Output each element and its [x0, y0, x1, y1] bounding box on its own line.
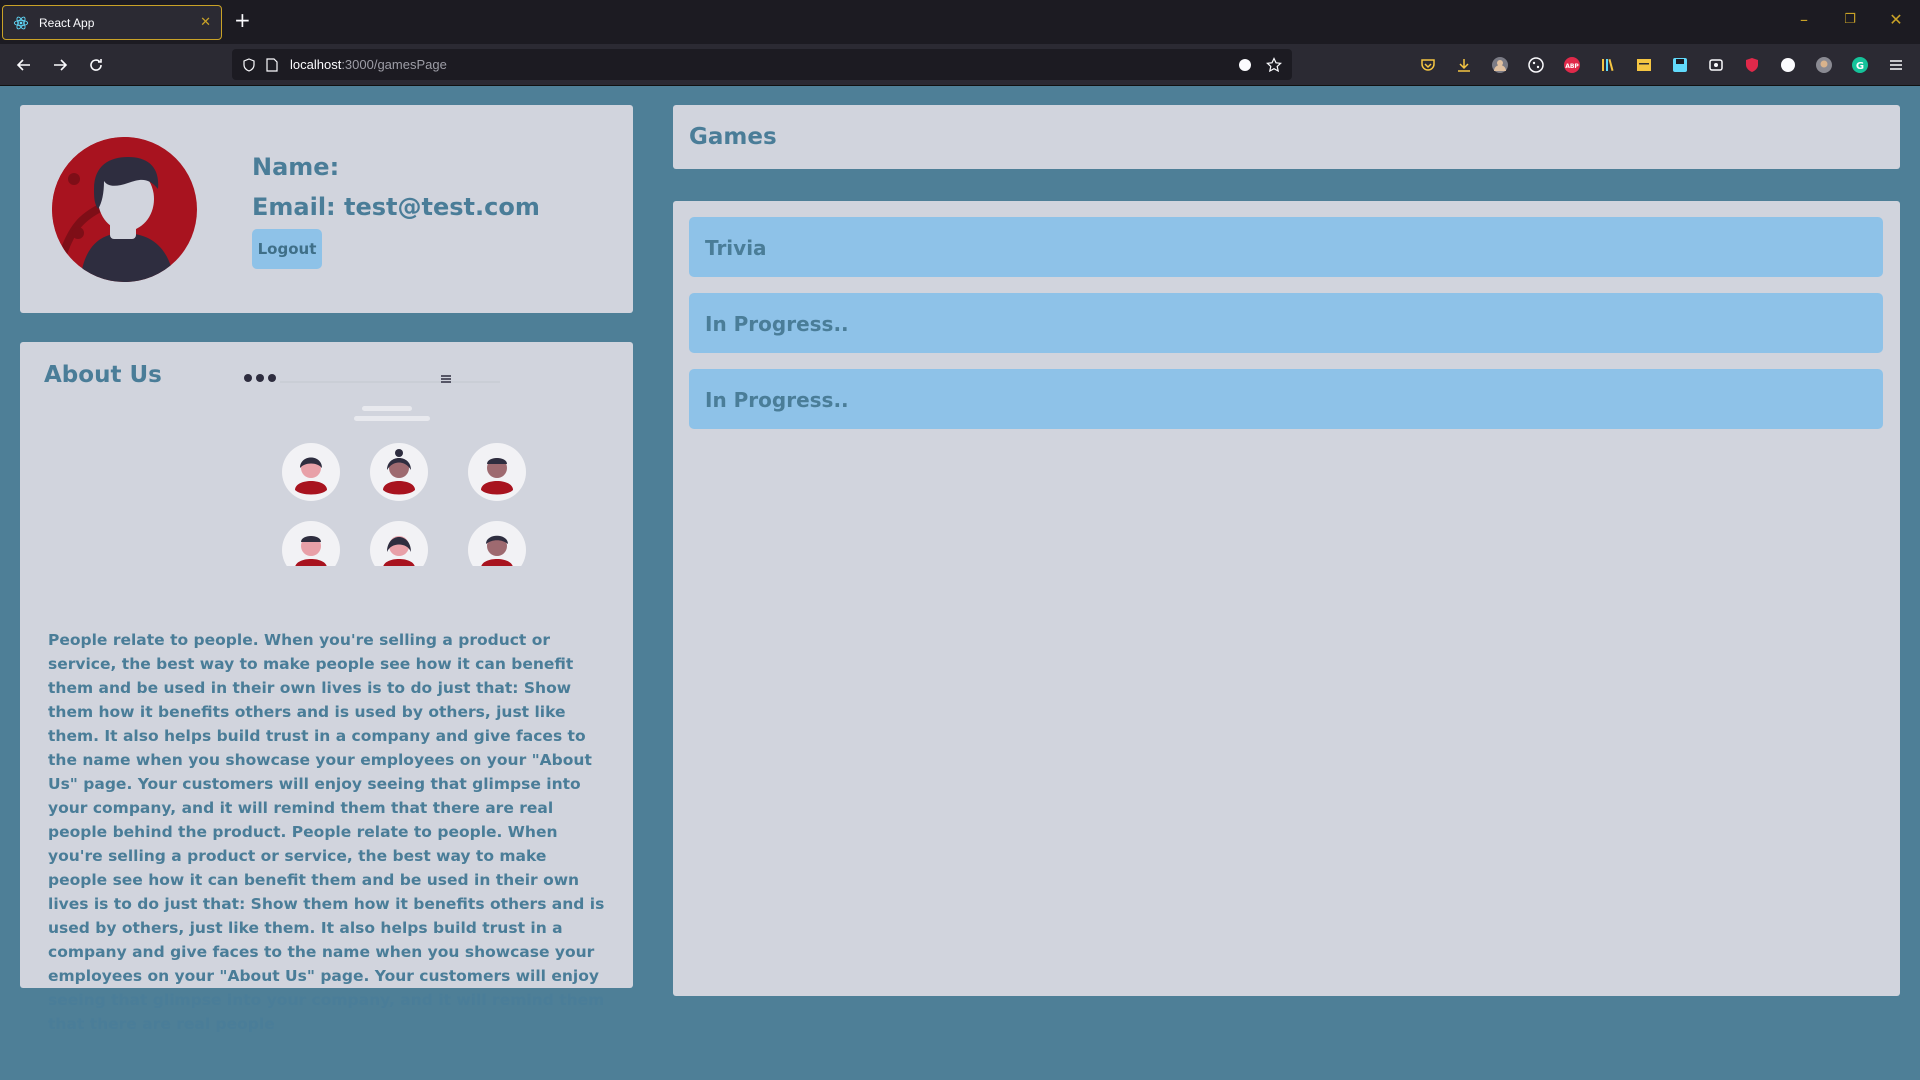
profile-extension-icon[interactable] — [1490, 55, 1510, 75]
arrow-left-icon — [16, 59, 30, 71]
url-host: localhost — [290, 57, 342, 72]
game-item-trivia[interactable]: Trivia — [689, 217, 1883, 277]
user-email: Email: test@test.com — [252, 193, 540, 221]
profile-card: Name: Email: test@test.com Logout — [20, 105, 633, 313]
reload-icon — [90, 59, 102, 71]
library-icon[interactable] — [1598, 55, 1618, 75]
cookie-icon[interactable] — [1526, 55, 1546, 75]
user-extension-icon[interactable] — [1814, 55, 1834, 75]
record-icon[interactable] — [1238, 58, 1252, 72]
privacy-badger-icon[interactable] — [1742, 55, 1762, 75]
svg-text:ABP: ABP — [1565, 63, 1579, 70]
page-icon — [266, 57, 278, 72]
shield-icon — [243, 57, 255, 72]
user-avatar-icon — [52, 137, 196, 282]
screenshot-icon[interactable] — [1706, 55, 1726, 75]
back-button[interactable] — [12, 53, 36, 77]
browser-tab[interactable]: React App ✕ — [2, 5, 222, 40]
about-us-card: About Us People relate to people. When y… — [20, 342, 633, 1033]
games-list: Trivia In Progress.. In Progress.. — [673, 201, 1900, 996]
games-title: Games — [689, 124, 777, 150]
restore-button[interactable]: ❐ — [1840, 12, 1860, 27]
arrow-right-icon — [54, 59, 68, 71]
download-icon[interactable] — [1454, 55, 1474, 75]
avatar — [52, 137, 197, 282]
tab-close-icon[interactable]: ✕ — [200, 15, 211, 30]
url-bar[interactable]: localhost :3000/gamesPage — [232, 49, 1292, 80]
user-name: Name: — [252, 153, 340, 181]
url-path: :3000/gamesPage — [341, 57, 447, 72]
games-header: Games — [673, 105, 1900, 169]
logout-button[interactable]: Logout — [252, 229, 322, 269]
pocket-icon[interactable] — [1418, 55, 1438, 75]
about-us-title: About Us — [44, 362, 162, 388]
close-window-button[interactable]: ✕ — [1886, 10, 1906, 29]
about-us-text: People relate to people. When you're sel… — [48, 631, 605, 1033]
circle-extension-icon[interactable] — [1778, 55, 1798, 75]
react-icon — [13, 16, 29, 29]
adblock-icon[interactable]: ABP — [1562, 55, 1582, 75]
menu-icon[interactable] — [1886, 55, 1906, 75]
save-icon[interactable] — [1670, 55, 1690, 75]
new-tab-button[interactable]: + — [234, 10, 251, 30]
game-label: In Progress.. — [705, 312, 849, 336]
game-item-in-progress-1[interactable]: In Progress.. — [689, 293, 1883, 353]
minimize-button[interactable]: – — [1794, 10, 1814, 29]
star-icon[interactable] — [1266, 56, 1282, 73]
grammarly-icon[interactable]: G — [1850, 55, 1870, 75]
game-item-in-progress-2[interactable]: In Progress.. — [689, 369, 1883, 429]
game-label: Trivia — [705, 236, 767, 260]
reload-button[interactable] — [84, 53, 108, 77]
team-illustration-icon — [244, 374, 526, 566]
svg-text:G: G — [1856, 61, 1864, 72]
forward-button[interactable] — [48, 53, 72, 77]
tab-title: React App — [39, 15, 95, 30]
game-label: In Progress.. — [705, 388, 849, 412]
browser-nav-bar: localhost :3000/gamesPage ABP G — [0, 44, 1920, 86]
notes-icon[interactable] — [1634, 55, 1654, 75]
browser-tab-bar: React App ✕ + – ❐ ✕ — [0, 0, 1920, 44]
